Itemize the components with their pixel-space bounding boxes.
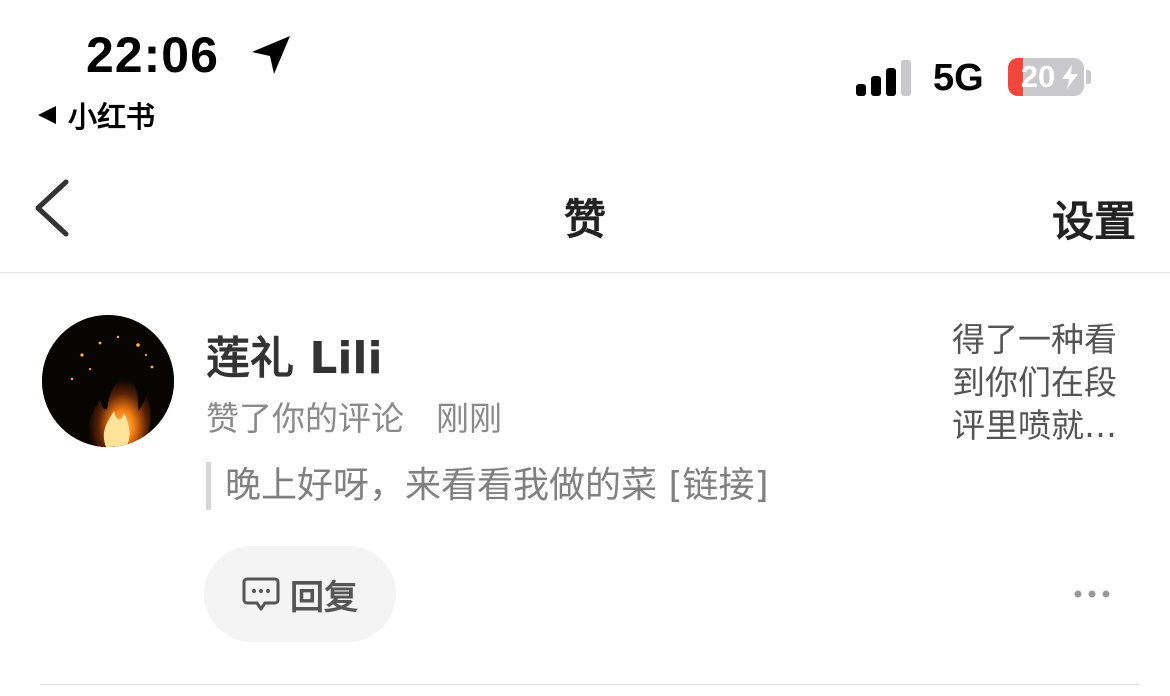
back-to-app-button[interactable]: 小红书 <box>38 94 155 136</box>
battery-cap <box>1086 70 1091 84</box>
notification-time: 刚刚 <box>436 399 502 438</box>
nav-divider <box>0 272 1170 273</box>
status-time: 22:06 <box>86 27 219 83</box>
likes-notification-screen: 22:06 小红书 5G 20 赞 设置 莲礼 Lili 赞了你的评论 刚刚 晚… <box>0 0 1170 696</box>
notification-action-line: 赞了你的评论 刚刚 <box>206 392 502 440</box>
back-triangle-icon <box>38 106 56 124</box>
battery-percent: 20 <box>1020 59 1056 94</box>
back-app-label: 小红书 <box>68 100 156 134</box>
note-preview-text[interactable]: 得了一种看到你们在段评里喷就… <box>952 318 1132 447</box>
charging-bolt-icon <box>1062 65 1078 89</box>
item-divider <box>40 684 1140 685</box>
settings-button[interactable]: 设置 <box>1052 188 1136 249</box>
reply-label: 回复 <box>290 577 358 618</box>
avatar[interactable] <box>42 315 174 447</box>
location-arrow-icon <box>252 36 290 74</box>
reply-button[interactable]: 回复 <box>204 546 396 642</box>
comment-bubble-icon <box>242 577 280 611</box>
notification-action: 赞了你的评论 <box>206 399 404 438</box>
quoted-comment[interactable]: 晚上好呀，来看看我做的菜 [链接] <box>206 462 769 510</box>
battery-indicator: 20 <box>1008 58 1084 96</box>
network-type: 5G <box>933 57 984 99</box>
more-options-icon[interactable] <box>1074 588 1110 600</box>
page-title: 赞 <box>563 195 606 244</box>
cellular-signal-icon <box>856 60 911 96</box>
fire-avatar-image <box>42 315 174 447</box>
username[interactable]: 莲礼 Lili <box>206 322 383 386</box>
